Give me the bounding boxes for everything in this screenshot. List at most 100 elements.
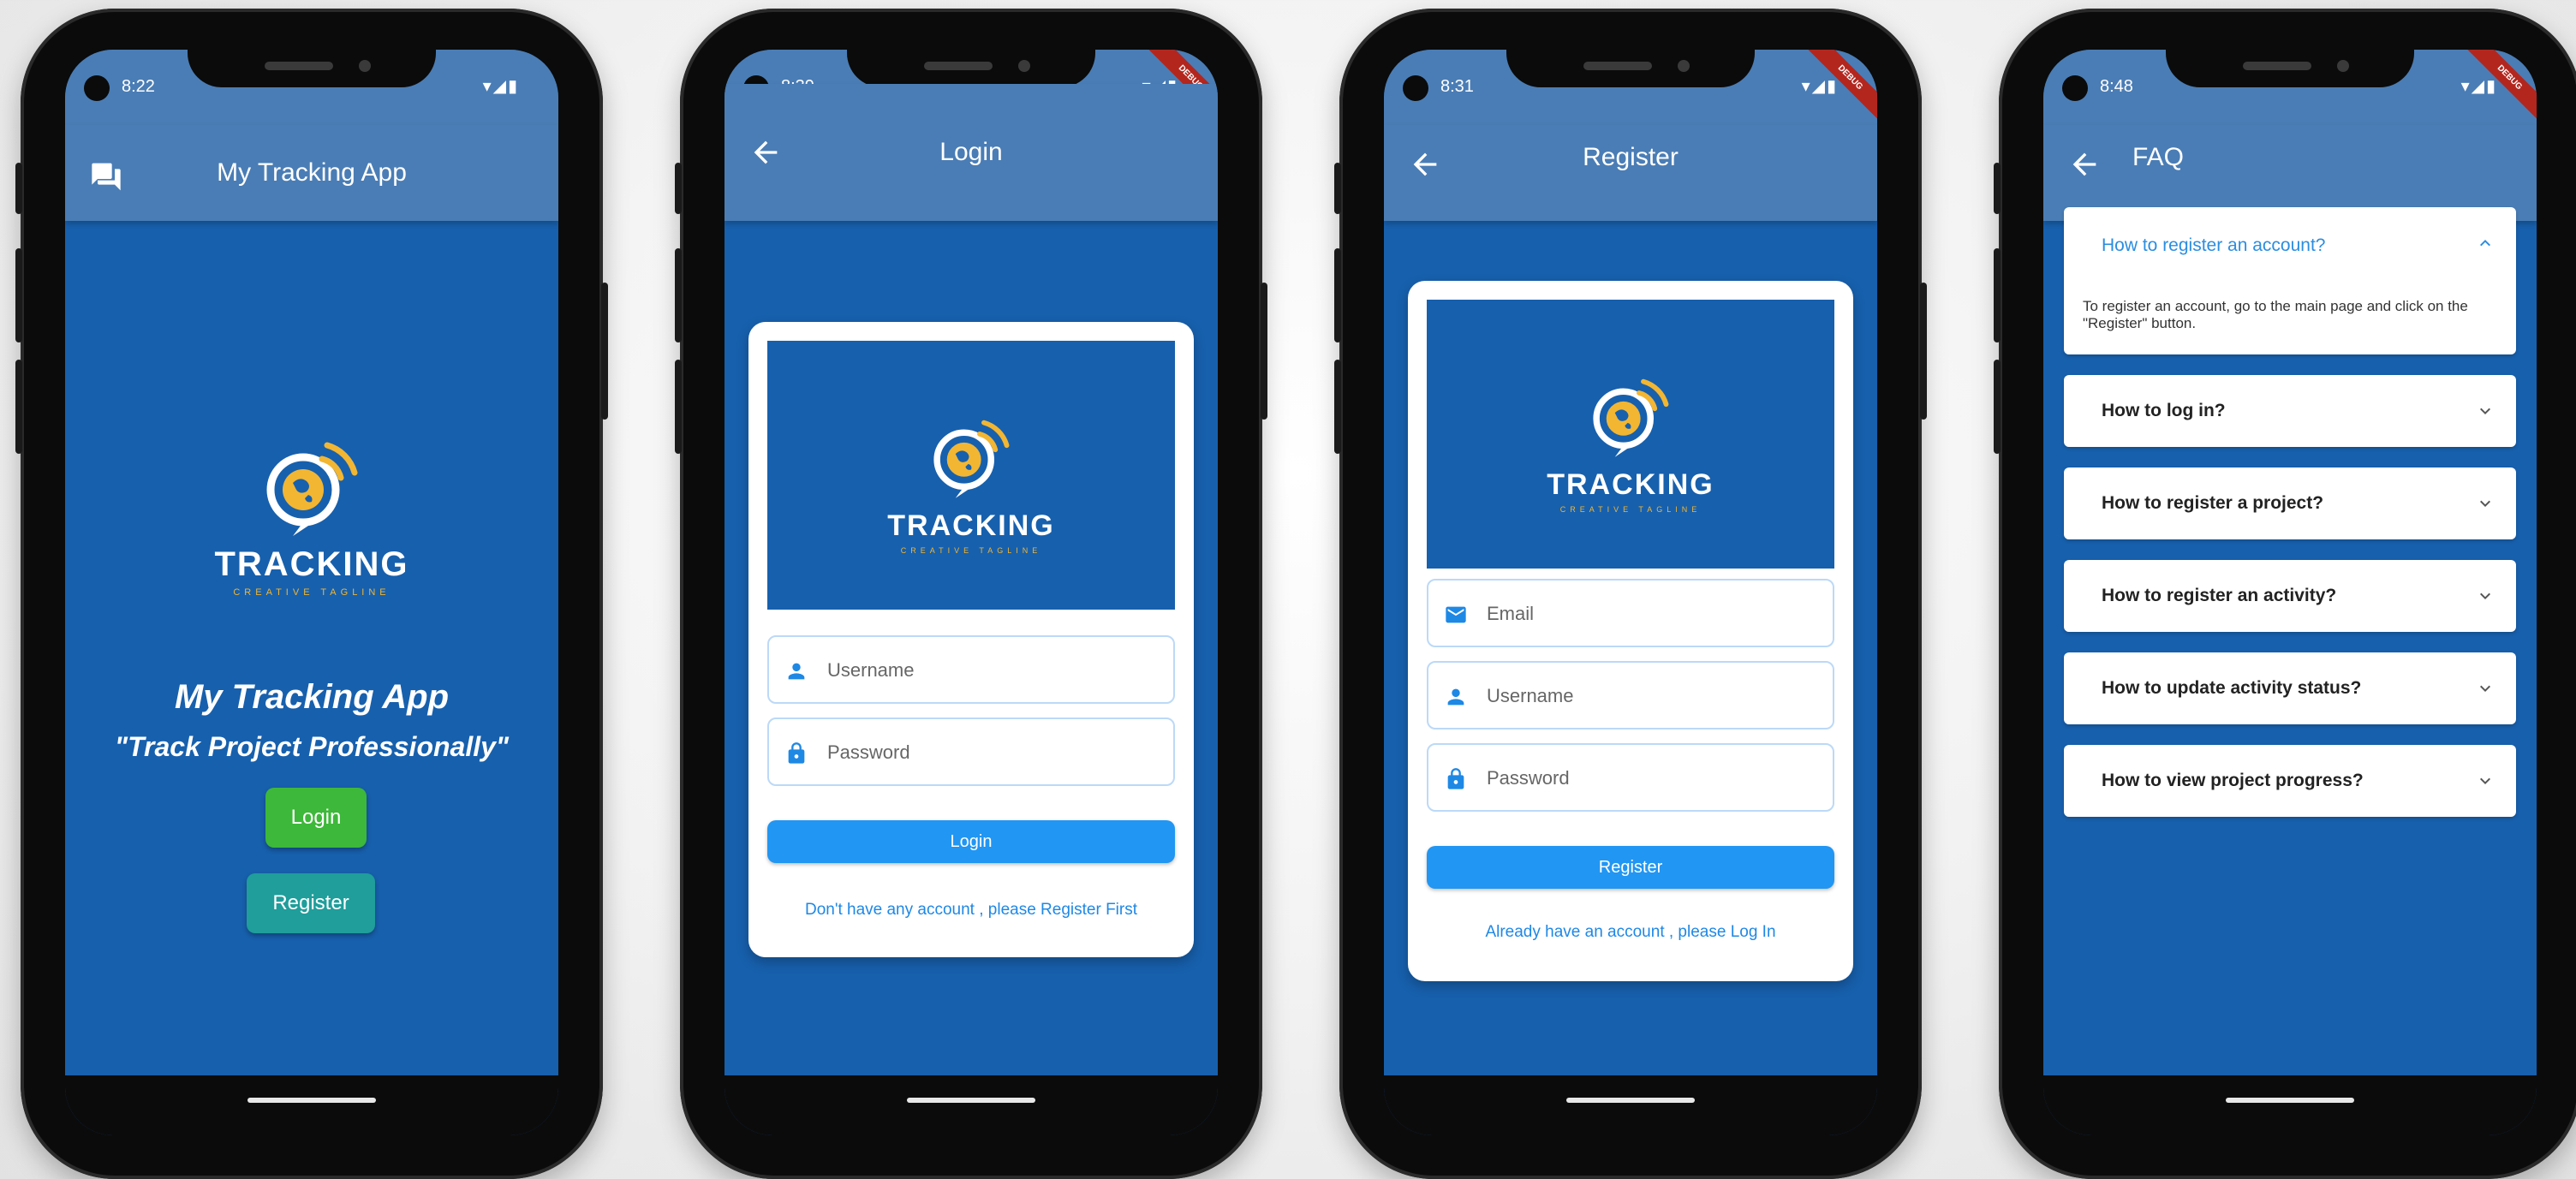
side-button	[675, 163, 682, 214]
email-field[interactable]	[1427, 579, 1834, 647]
side-button	[1334, 360, 1341, 454]
wifi-signal-battery-icon: ▾◢▮	[1801, 77, 1838, 96]
app-bar: Register	[1384, 125, 1877, 221]
password-input[interactable]	[1485, 745, 1814, 812]
faq-question[interactable]: How to register an activity?	[2102, 560, 2336, 632]
faq-question[interactable]: How to update activity status?	[2102, 652, 2361, 724]
logo-wordmark: TRACKING	[887, 509, 1055, 542]
phone-login: 8:39 ▾◢▮ DEBUG Login	[675, 9, 1267, 1179]
side-button	[1334, 248, 1341, 342]
side-button	[1994, 360, 2001, 454]
globe-pin-icon	[266, 442, 358, 536]
email-input[interactable]	[1485, 581, 1814, 647]
password-field[interactable]	[767, 718, 1175, 786]
notch	[2166, 50, 2414, 87]
side-button	[1261, 283, 1267, 420]
side-button	[15, 248, 22, 342]
register-submit-button[interactable]: Register	[1427, 846, 1834, 889]
chevron-down-icon[interactable]	[2475, 493, 2496, 514]
tracking-logo: TRACKING CREATIVE TAGLINE	[767, 413, 1175, 555]
side-button	[15, 360, 22, 454]
logo-tagline: CREATIVE TAGLINE	[900, 546, 1042, 555]
app-bar-title: Login	[939, 138, 1003, 166]
home-indicator[interactable]	[907, 1098, 1035, 1103]
faq-item[interactable]: How to register an activity?	[2064, 560, 2516, 632]
faq-item[interactable]: How to view project progress?	[2064, 745, 2516, 817]
faq-answer: To register an account, go to the main p…	[2083, 298, 2468, 331]
login-button[interactable]: Login	[265, 788, 367, 848]
front-camera	[2062, 75, 2088, 101]
username-input[interactable]	[826, 637, 1154, 704]
faq-item[interactable]: How to update activity status?	[2064, 652, 2516, 724]
side-button	[15, 163, 22, 214]
wifi-signal-battery-icon: ▾◢▮	[482, 77, 519, 96]
logo-banner: TRACKING CREATIVE TAGLINE	[1427, 300, 1834, 569]
phone-home: 8:22 ▾◢▮ My Tracking App TRACKING CREATI…	[15, 9, 608, 1179]
password-field[interactable]	[1427, 743, 1834, 812]
app-bar-title: My Tracking App	[217, 158, 407, 187]
username-field[interactable]	[1427, 661, 1834, 729]
password-input[interactable]	[826, 719, 1154, 786]
register-button[interactable]: Register	[247, 873, 375, 933]
logo-tagline: CREATIVE TAGLINE	[233, 587, 391, 598]
side-button	[1920, 283, 1927, 420]
app-name-heading: My Tracking App	[174, 678, 450, 716]
register-card: TRACKING CREATIVE TAGLINE Register Alrea…	[1408, 281, 1853, 981]
faq-question[interactable]: How to register a project?	[2102, 467, 2323, 539]
front-camera	[84, 75, 110, 101]
phone-register: 8:31 ▾◢▮ DEBUG Register TRACKING CREATIV…	[1334, 9, 1927, 1179]
faq-question[interactable]: How to log in?	[2102, 375, 2226, 447]
chevron-up-icon[interactable]	[2475, 233, 2496, 253]
front-camera	[1403, 75, 1428, 101]
faq-item[interactable]: How to register a project?	[2064, 467, 2516, 539]
chevron-down-icon[interactable]	[2475, 401, 2496, 421]
home-indicator-bar	[1384, 1075, 1877, 1135]
status-time: 8:22	[122, 77, 155, 96]
slogan-text: "Track Project Professionally"	[114, 731, 510, 762]
faq-question[interactable]: How to register an account?	[2102, 207, 2325, 284]
back-arrow-icon[interactable]	[2067, 147, 2102, 182]
person-icon	[788, 663, 805, 680]
home-indicator-bar	[65, 1075, 558, 1135]
side-button	[601, 283, 608, 420]
person-icon	[1447, 688, 1464, 706]
globe-pin-icon	[1593, 378, 1669, 457]
lock-icon	[788, 742, 805, 764]
screen-faq: 8:48 ▾◢▮ DEBUG FAQ How to register an ac…	[2043, 50, 2537, 1135]
notch	[847, 50, 1095, 87]
logo-wordmark: TRACKING	[214, 545, 409, 583]
chevron-down-icon[interactable]	[2475, 771, 2496, 791]
username-input[interactable]	[1485, 663, 1814, 729]
faq-item[interactable]: How to register an account? To register …	[2064, 207, 2516, 354]
email-icon	[1446, 606, 1466, 623]
chevron-down-icon[interactable]	[2475, 586, 2496, 606]
login-card: TRACKING CREATIVE TAGLINE Login Don't ha…	[748, 322, 1194, 957]
home-indicator-bar	[724, 1075, 1218, 1135]
home-indicator[interactable]	[1566, 1098, 1695, 1103]
home-indicator[interactable]	[2226, 1098, 2354, 1103]
logo-banner: TRACKING CREATIVE TAGLINE	[767, 341, 1175, 610]
screen-register: 8:31 ▾◢▮ DEBUG Register TRACKING CREATIV…	[1384, 50, 1877, 1135]
side-button	[1334, 163, 1341, 214]
status-time: 8:31	[1440, 77, 1474, 96]
logo-tagline: CREATIVE TAGLINE	[1559, 505, 1702, 514]
screen-login: 8:39 ▾◢▮ DEBUG Login	[724, 50, 1218, 1135]
username-field[interactable]	[767, 635, 1175, 704]
tracking-logo: TRACKING CREATIVE TAGLINE	[65, 433, 558, 598]
app-bar-title: Register	[1583, 143, 1679, 171]
side-button	[675, 248, 682, 342]
register-first-link[interactable]: Don't have any account , please Register…	[748, 901, 1194, 920]
notch	[1506, 50, 1755, 87]
side-button	[675, 360, 682, 454]
logo-wordmark: TRACKING	[1547, 468, 1714, 501]
faq-question[interactable]: How to view project progress?	[2102, 745, 2364, 817]
home-indicator[interactable]	[247, 1098, 376, 1103]
faq-item[interactable]: How to log in?	[2064, 375, 2516, 447]
notch	[188, 50, 436, 87]
home-indicator-bar	[2043, 1075, 2537, 1135]
login-submit-button[interactable]: Login	[767, 820, 1175, 863]
login-link[interactable]: Already have an account , please Log In	[1408, 923, 1853, 942]
lock-icon	[1447, 768, 1464, 789]
phone-faq: 8:48 ▾◢▮ DEBUG FAQ How to register an ac…	[1994, 9, 2576, 1179]
chevron-down-icon[interactable]	[2475, 678, 2496, 699]
